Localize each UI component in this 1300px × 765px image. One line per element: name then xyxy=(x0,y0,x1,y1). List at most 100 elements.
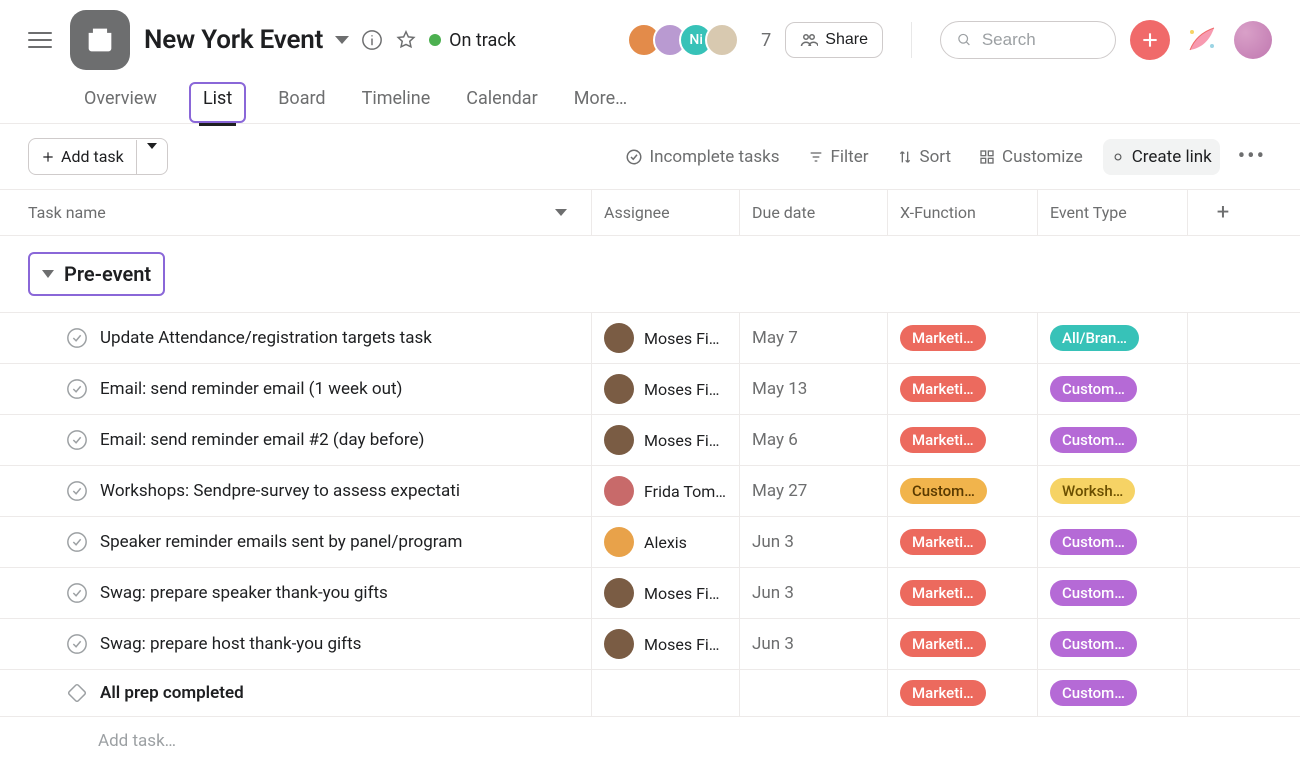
share-button[interactable]: Share xyxy=(785,22,883,58)
complete-checkbox[interactable] xyxy=(66,531,88,553)
x-function-cell[interactable]: Marketi… xyxy=(888,619,1038,669)
add-task-inline[interactable]: Add task… xyxy=(0,717,1300,765)
status-label: On track xyxy=(449,30,516,51)
complete-checkbox[interactable] xyxy=(66,429,88,451)
incomplete-tasks-button[interactable]: Incomplete tasks xyxy=(617,139,788,175)
assignee-cell[interactable]: Moses Fidel xyxy=(592,313,740,363)
assignee-cell[interactable]: Frida Toms… xyxy=(592,466,740,516)
due-date-cell[interactable]: Jun 3 xyxy=(740,568,888,618)
milestone-icon[interactable] xyxy=(61,677,92,708)
trailing-cell xyxy=(1188,568,1258,618)
x-function-tag: Marketi… xyxy=(900,631,986,657)
assignee-cell[interactable]: Moses Fidel xyxy=(592,619,740,669)
x-function-cell[interactable]: Marketi… xyxy=(888,364,1038,414)
x-function-cell[interactable]: Marketi… xyxy=(888,313,1038,363)
due-date-cell[interactable]: May 6 xyxy=(740,415,888,465)
event-type-cell[interactable]: Custom… xyxy=(1038,517,1188,567)
tab-more[interactable]: More… xyxy=(570,82,632,123)
due-date-cell[interactable]: Jun 3 xyxy=(740,517,888,567)
x-function-cell[interactable]: Marketi… xyxy=(888,415,1038,465)
project-title: New York Event xyxy=(144,25,323,55)
task-row[interactable]: Speaker reminder emails sent by panel/pr… xyxy=(0,517,1300,568)
task-name: Speaker reminder emails sent by panel/pr… xyxy=(100,532,462,552)
complete-checkbox[interactable] xyxy=(66,327,88,349)
column-x-function[interactable]: X-Function xyxy=(888,190,1038,235)
complete-checkbox[interactable] xyxy=(66,480,88,502)
column-assignee[interactable]: Assignee xyxy=(592,190,740,235)
section-name: Pre-event xyxy=(64,262,151,286)
x-function-cell[interactable]: Custom… xyxy=(888,466,1038,516)
event-type-cell[interactable]: Custom… xyxy=(1038,568,1188,618)
global-add-button[interactable] xyxy=(1130,20,1170,60)
complete-checkbox[interactable] xyxy=(66,633,88,655)
task-row[interactable]: Swag: prepare speaker thank-you giftsMos… xyxy=(0,568,1300,619)
tab-board[interactable]: Board xyxy=(274,82,329,123)
complete-checkbox[interactable] xyxy=(66,582,88,604)
task-row[interactable]: All prep completedMarketi…Custom… xyxy=(0,670,1300,717)
event-type-tag: Custom… xyxy=(1050,427,1137,453)
due-date-cell[interactable]: May 13 xyxy=(740,364,888,414)
add-task-dropdown[interactable] xyxy=(136,140,167,174)
assignee-cell[interactable]: Alexis xyxy=(592,517,740,567)
assignee-cell[interactable]: Moses Fidel xyxy=(592,415,740,465)
project-dropdown-chevron-icon[interactable] xyxy=(335,36,349,44)
x-function-cell[interactable]: Marketi… xyxy=(888,568,1038,618)
customize-button[interactable]: Customize xyxy=(971,139,1091,175)
due-date-cell[interactable]: Jun 3 xyxy=(740,619,888,669)
task-row[interactable]: Swag: prepare host thank-you giftsMoses … xyxy=(0,619,1300,670)
member-avatars[interactable]: Ni xyxy=(627,23,739,57)
sort-button[interactable]: Sort xyxy=(889,139,960,175)
due-date-cell[interactable]: May 27 xyxy=(740,466,888,516)
assignee-name: Moses Fidel xyxy=(644,635,727,654)
create-link-button[interactable]: Create link xyxy=(1103,139,1220,175)
assignee-avatar xyxy=(604,527,634,557)
add-task-split-button[interactable]: Add task xyxy=(28,138,168,175)
filter-button[interactable]: Filter xyxy=(800,139,877,175)
task-row[interactable]: Update Attendance/registration targets t… xyxy=(0,313,1300,364)
event-type-tag: Custom… xyxy=(1050,631,1137,657)
member-avatar[interactable] xyxy=(705,23,739,57)
due-date-cell[interactable]: May 7 xyxy=(740,313,888,363)
info-icon[interactable] xyxy=(361,29,383,51)
event-type-cell[interactable]: Custom… xyxy=(1038,415,1188,465)
filter-label: Filter xyxy=(831,147,869,167)
complete-checkbox[interactable] xyxy=(66,378,88,400)
plus-icon xyxy=(41,150,55,164)
event-type-cell[interactable]: Custom… xyxy=(1038,364,1188,414)
column-task-name[interactable]: Task name xyxy=(28,203,106,222)
task-row[interactable]: Workshops: Sendpre-survey to assess expe… xyxy=(0,466,1300,517)
assignee-name: Moses Fidel xyxy=(644,380,727,399)
column-due-date[interactable]: Due date xyxy=(740,190,888,235)
x-function-cell[interactable]: Marketi… xyxy=(888,670,1038,716)
section-header[interactable]: Pre-event xyxy=(0,236,1300,313)
assignee-cell[interactable]: Moses Fidel xyxy=(592,364,740,414)
tab-list[interactable]: List xyxy=(199,82,236,126)
current-user-avatar[interactable] xyxy=(1234,21,1272,59)
event-type-cell[interactable]: Custom… xyxy=(1038,670,1188,716)
assignee-cell[interactable] xyxy=(592,670,740,716)
more-actions-button[interactable]: ••• xyxy=(1232,144,1272,169)
section-collapse-chevron-icon[interactable] xyxy=(42,270,54,278)
x-function-cell[interactable]: Marketi… xyxy=(888,517,1038,567)
tab-timeline[interactable]: Timeline xyxy=(358,82,435,123)
column-sort-chevron-icon[interactable] xyxy=(555,209,567,216)
column-event-type[interactable]: Event Type xyxy=(1038,190,1188,235)
search-input[interactable] xyxy=(982,30,1099,50)
task-row[interactable]: Email: send reminder email #2 (day befor… xyxy=(0,415,1300,466)
status-pill[interactable]: On track xyxy=(429,30,516,51)
status-dot-icon xyxy=(429,34,441,46)
event-type-cell[interactable]: All/Bran… xyxy=(1038,313,1188,363)
tab-overview[interactable]: Overview xyxy=(80,82,161,123)
assignee-cell[interactable]: Moses Fidel xyxy=(592,568,740,618)
star-icon[interactable] xyxy=(395,29,417,51)
task-row[interactable]: Email: send reminder email (1 week out)M… xyxy=(0,364,1300,415)
menu-hamburger-icon[interactable] xyxy=(28,26,56,54)
event-type-cell[interactable]: Worksh… xyxy=(1038,466,1188,516)
tab-calendar[interactable]: Calendar xyxy=(462,82,541,123)
search-field[interactable] xyxy=(940,21,1116,59)
event-type-cell[interactable]: Custom… xyxy=(1038,619,1188,669)
due-date-cell[interactable] xyxy=(740,670,888,716)
add-column-button[interactable]: + xyxy=(1200,200,1246,225)
trailing-cell xyxy=(1188,364,1258,414)
add-task-button[interactable]: Add task xyxy=(29,139,136,174)
